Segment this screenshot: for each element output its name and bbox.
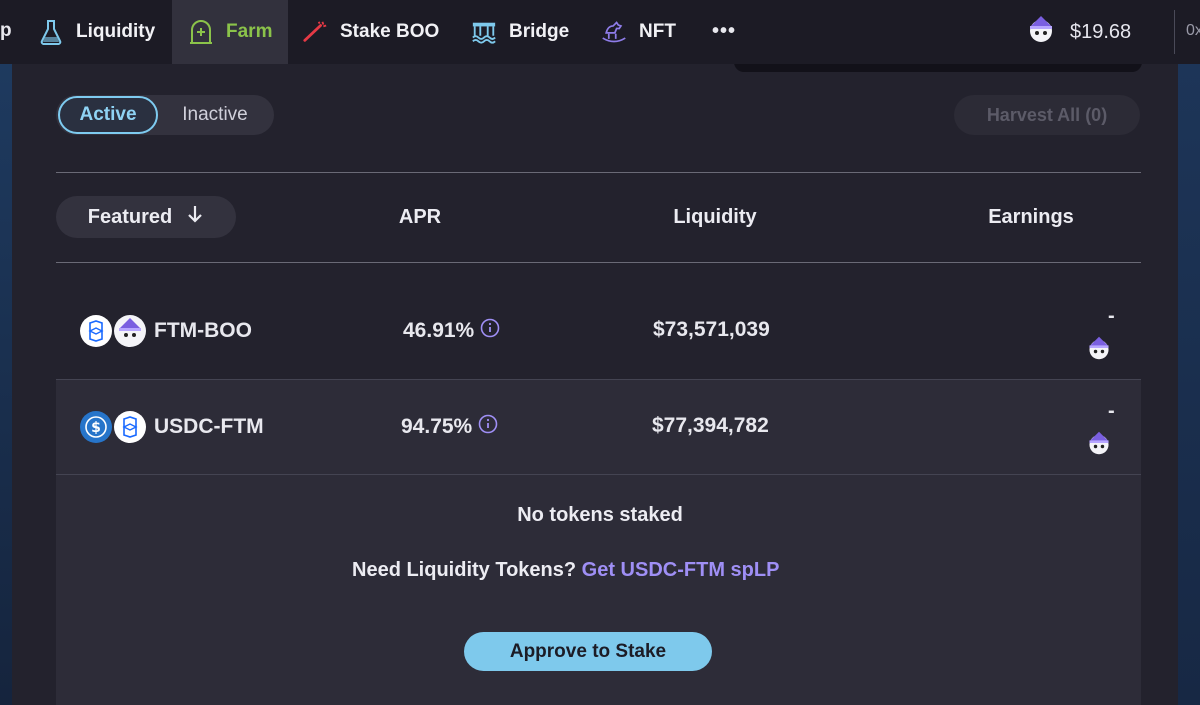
apr-value: 94.75% xyxy=(401,414,498,440)
rocking-horse-icon xyxy=(601,19,627,45)
apr-value: 46.91% xyxy=(403,318,500,344)
ghost-icon xyxy=(188,19,214,45)
nav-item-liquidity[interactable]: Liquidity xyxy=(38,0,155,64)
nav-label-farm: Farm xyxy=(226,21,273,42)
liquidity-value: $73,571,039 xyxy=(653,318,770,341)
divider-top xyxy=(56,172,1141,173)
boo-token-icon xyxy=(1026,14,1056,50)
boo-earnings-icon xyxy=(1086,430,1112,456)
ftm-token-icon xyxy=(114,411,146,443)
header-liquidity[interactable]: Liquidity xyxy=(640,196,790,238)
right-background xyxy=(1178,64,1200,705)
svg-text:$: $ xyxy=(91,420,101,436)
apr-text: 46.91% xyxy=(403,319,475,342)
nav-label-bridge: Bridge xyxy=(509,21,570,42)
pair-name: FTM-BOO xyxy=(154,319,252,342)
pair-usdc-ftm: $ USDC-FTM xyxy=(80,411,264,443)
nav-item-farm[interactable]: Farm xyxy=(172,0,288,64)
earnings-value: - xyxy=(1108,305,1115,327)
header-apr[interactable]: APR xyxy=(370,196,470,238)
nav-label-nft: NFT xyxy=(639,21,676,42)
info-icon[interactable] xyxy=(480,318,500,344)
harvest-all-button[interactable]: Harvest All (0) xyxy=(954,95,1140,135)
get-lp-link[interactable]: Get USDC-FTM spLP xyxy=(582,559,780,581)
pair-ftm-boo: FTM-BOO xyxy=(80,315,252,347)
divider-header xyxy=(56,262,1141,263)
top-navigation: p Liquidity Farm Stake BOO Bridge NFT ••… xyxy=(0,0,1200,64)
inactive-filter-button[interactable]: Inactive xyxy=(162,96,268,134)
pair-name: USDC-FTM xyxy=(154,415,264,438)
left-background xyxy=(0,64,12,705)
boo-balance[interactable]: $19.68 xyxy=(1026,0,1131,64)
need-liquidity-prefix: Need Liquidity Tokens? xyxy=(352,559,577,581)
ftm-token-icon xyxy=(80,315,112,347)
nav-item-swap-cut[interactable]: p xyxy=(0,20,12,42)
flask-icon xyxy=(38,19,64,45)
boo-earnings-icon xyxy=(1086,335,1112,361)
nav-item-stake-boo[interactable]: Stake BOO xyxy=(302,0,439,64)
wallet-address-cut[interactable]: 0x xyxy=(1186,22,1200,40)
info-icon[interactable] xyxy=(478,414,498,440)
liquidity-value: $77,394,782 xyxy=(652,414,769,437)
boo-token-icon xyxy=(114,315,146,347)
apr-text: 94.75% xyxy=(401,415,473,438)
featured-label: Featured xyxy=(87,205,173,228)
no-tokens-message: No tokens staked xyxy=(517,504,683,526)
approve-to-stake-button[interactable]: Approve to Stake xyxy=(464,632,712,671)
bridge-icon xyxy=(471,19,497,45)
header-earnings[interactable]: Earnings xyxy=(970,196,1092,238)
nav-item-bridge[interactable]: Bridge xyxy=(471,0,569,64)
nav-label-liquidity: Liquidity xyxy=(76,21,156,42)
balance-value: $19.68 xyxy=(1070,20,1132,43)
wand-icon xyxy=(302,19,328,45)
more-menu-button[interactable]: ••• xyxy=(712,20,736,43)
nav-divider xyxy=(1174,10,1175,54)
active-filter-button[interactable]: Active xyxy=(58,96,158,134)
need-liquidity-text: Need Liquidity Tokens? Get USDC-FTM spLP xyxy=(352,559,779,582)
usdc-token-icon: $ xyxy=(80,411,112,443)
sort-featured-button[interactable]: Featured xyxy=(56,196,236,238)
arrow-down-icon xyxy=(186,204,204,230)
nav-label-stake-boo: Stake BOO xyxy=(340,21,440,42)
nav-item-nft[interactable]: NFT xyxy=(601,0,676,64)
earnings-value: - xyxy=(1108,400,1115,422)
